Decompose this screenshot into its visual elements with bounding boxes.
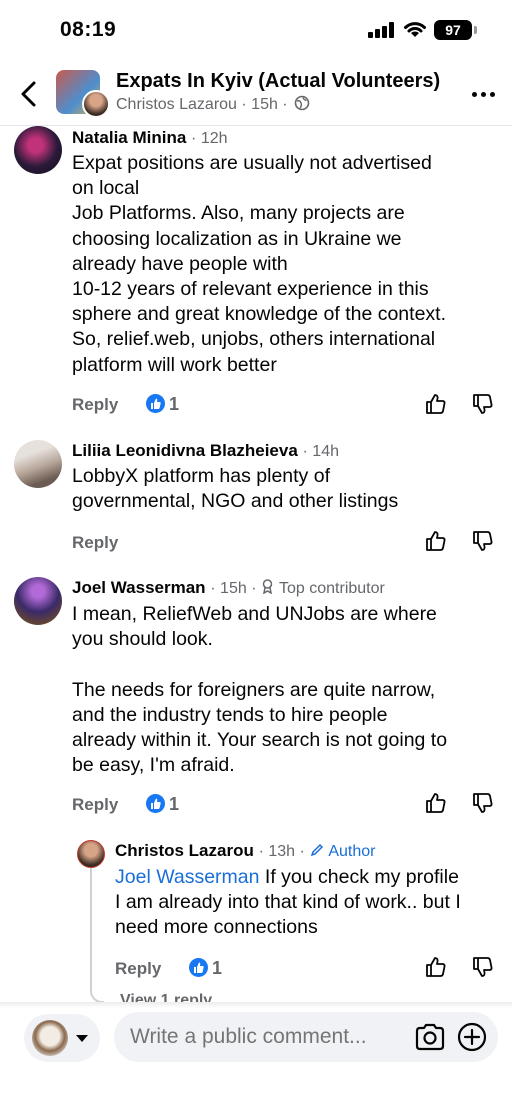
- plus-circle-icon[interactable]: [456, 1021, 488, 1053]
- reply-button[interactable]: Reply: [72, 395, 118, 415]
- like-count[interactable]: 1: [169, 394, 179, 415]
- more-options-icon[interactable]: [470, 84, 498, 104]
- status-bar: 08:19 97: [0, 0, 512, 62]
- thumbs-down-icon[interactable]: [471, 955, 495, 979]
- comment-text: LobbyX platform has plenty of government…: [72, 465, 399, 513]
- comment-composer: [0, 1002, 512, 1108]
- avatar[interactable]: [14, 440, 62, 488]
- pencil-icon: [310, 843, 323, 857]
- thumbs-down-icon[interactable]: [471, 791, 495, 815]
- thumbs-down-icon[interactable]: [471, 529, 495, 553]
- post-header: Expats In Kyiv (Actual Volunteers) Chris…: [0, 62, 512, 126]
- author-badge: Author: [328, 843, 376, 860]
- commenter-name[interactable]: Natalia Minina · 12h: [72, 128, 228, 148]
- comment-text: Expat positions are usually not advertis…: [72, 152, 447, 376]
- comment-joel: Joel Wasserman · 15h · Top contributor I…: [0, 575, 512, 825]
- chevron-left-icon[interactable]: [14, 78, 44, 110]
- mention-link[interactable]: Joel Wasserman: [115, 866, 260, 888]
- comment-time: · 12h: [191, 130, 228, 147]
- commenter-name[interactable]: Liliia Leonidivna Blazheieva · 14h: [72, 441, 339, 461]
- composer-shadow: [0, 1002, 512, 1008]
- like-reaction-icon: [146, 794, 165, 813]
- caret-down-icon: [76, 1035, 88, 1042]
- commenter-name[interactable]: Christos Lazarou · 13h · Author: [115, 841, 375, 861]
- comment-time: · 14h: [302, 443, 339, 460]
- thumbs-up-icon[interactable]: [424, 392, 448, 416]
- like-count[interactable]: 1: [169, 794, 179, 815]
- post-author-meta: Christos Lazarou · 15h ·: [116, 96, 288, 113]
- battery-level: 97: [434, 20, 472, 40]
- top-contributor-icon: [263, 579, 273, 595]
- top-contributor-badge: Top contributor: [279, 580, 385, 597]
- reply-button[interactable]: Reply: [115, 959, 161, 979]
- reply-button[interactable]: Reply: [72, 795, 118, 815]
- cellular-signal-icon: [368, 22, 396, 38]
- like-count[interactable]: 1: [212, 958, 222, 979]
- globe-icon: [294, 95, 310, 111]
- avatar[interactable]: [77, 840, 105, 868]
- thumbs-up-icon[interactable]: [424, 955, 448, 979]
- thumbs-up-icon[interactable]: [424, 791, 448, 815]
- group-avatar[interactable]: [56, 70, 110, 118]
- status-time: 08:19: [60, 18, 117, 41]
- commenter-name[interactable]: Joel Wasserman · 15h · Top contributor: [72, 578, 385, 598]
- like-reaction-icon: [146, 394, 165, 413]
- avatar[interactable]: [14, 577, 62, 625]
- camera-icon[interactable]: [414, 1022, 446, 1052]
- reply-text: Joel Wasserman If you check my profile I…: [115, 865, 507, 941]
- account-switcher[interactable]: [24, 1014, 100, 1062]
- thumbs-up-icon[interactable]: [424, 529, 448, 553]
- comment-time: · 13h ·: [258, 843, 305, 860]
- reply-button[interactable]: Reply: [72, 533, 118, 553]
- thumbs-down-icon[interactable]: [471, 392, 495, 416]
- avatar[interactable]: [14, 126, 62, 174]
- battery-tip: [474, 26, 477, 34]
- like-reaction-icon: [189, 958, 208, 977]
- comment-liliia: Liliia Leonidivna Blazheieva · 14h Lobby…: [0, 438, 512, 563]
- reply-christos: Christos Lazarou · 13h · Author Joel Was…: [0, 838, 512, 988]
- comment-text: I mean, ReliefWeb and UNJobs are where y…: [72, 603, 448, 777]
- group-title[interactable]: Expats In Kyiv (Actual Volunteers): [116, 70, 440, 93]
- avatar: [32, 1020, 68, 1056]
- comment-natalia: Natalia Minina · 12h Expat positions are…: [0, 126, 512, 426]
- wifi-icon: [404, 22, 426, 37]
- post-author-line: Christos Lazarou · 15h ·: [116, 95, 310, 114]
- comment-time: · 15h ·: [210, 580, 257, 597]
